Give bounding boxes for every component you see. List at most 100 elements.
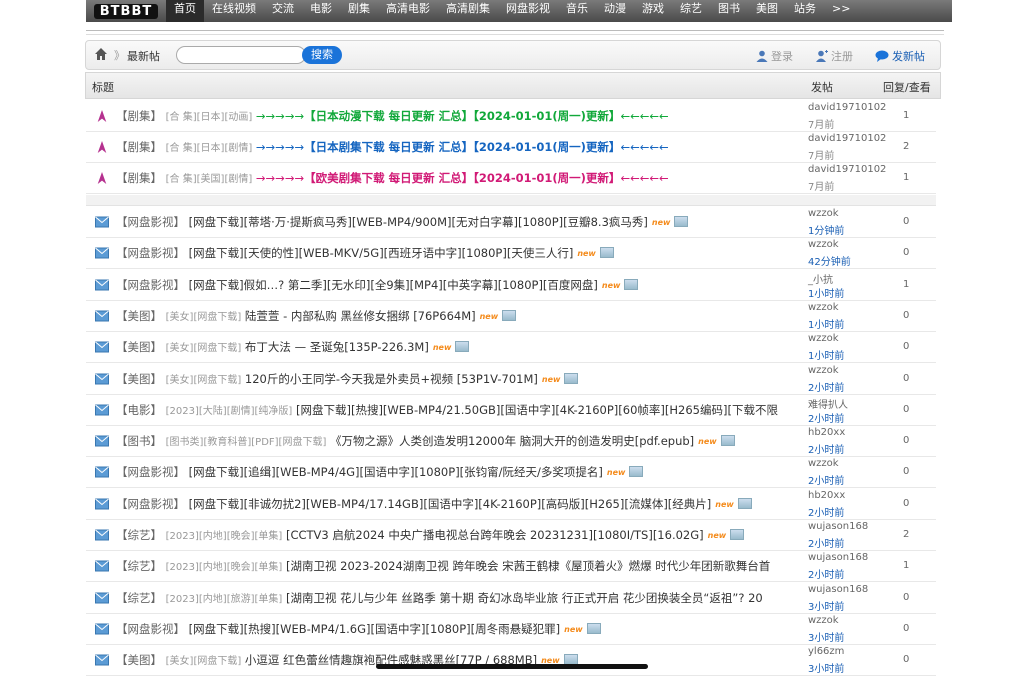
forum-label[interactable]: 【美图】 <box>116 309 162 323</box>
forum-label[interactable]: 【美图】 <box>116 372 162 386</box>
thread-title-line[interactable]: 【网盘影视】 [网盘下载][天使的性][WEB-MKV/5G][西班牙语中字][… <box>116 245 809 261</box>
author-name[interactable]: wzzok <box>808 458 839 469</box>
author-name[interactable]: david19710102 <box>808 133 886 144</box>
forum-label[interactable]: 【图书】 <box>116 434 162 448</box>
forum-label[interactable]: 【网盘影视】 <box>116 465 185 479</box>
pinned-row[interactable]: 【剧集】 [合 集][美国][剧情] →→→→→【欧美剧集下载 每日更新 汇总】… <box>86 163 936 194</box>
forum-label[interactable]: 【剧集】 <box>116 109 162 123</box>
thread-row[interactable]: 【美图】 [美女][网盘下载] 陆萱萱 - 内部私购 黑丝修女捆绑 [76P66… <box>86 301 936 332</box>
search-button[interactable]: 搜索 <box>302 46 342 64</box>
nav-item[interactable]: 动漫 <box>596 0 634 22</box>
author-name[interactable]: wujason168 <box>808 584 868 595</box>
thread-row[interactable]: 【网盘影视】 [网盘下载][非诚勿扰2][WEB-MP4/17.14GB][国语… <box>86 489 936 520</box>
thread-title-line[interactable]: 【综艺】 [2023][内地][晚会][单集] [CCTV3 启航2024 中央… <box>116 527 809 543</box>
thread-title[interactable]: 《万物之源》人类创造发明12000年 脑洞大开的创造发明史[pdf.epub] <box>330 434 694 448</box>
thread-title-line[interactable]: 【美图】 [美女][网盘下载] 120斤的小王同学-今天我是外卖员+视频 [53… <box>116 371 809 387</box>
forum-label[interactable]: 【综艺】 <box>116 559 162 573</box>
author-name[interactable]: wzzok <box>808 333 839 344</box>
nav-item[interactable]: 站务 <box>786 0 824 22</box>
forum-label[interactable]: 【美图】 <box>116 653 162 667</box>
forum-label[interactable]: 【网盘影视】 <box>116 215 185 229</box>
thread-title[interactable]: [网盘下载]假如…? 第二季][无水印][全9集][MP4][中英字幕][108… <box>189 278 598 292</box>
author-name[interactable]: wzzok <box>808 208 839 219</box>
author-name[interactable]: _小抗 <box>808 271 833 286</box>
thread-title-line[interactable]: 【综艺】 [2023][内地][旅游][单集] [湖南卫视 花儿与少年 丝路季 … <box>116 590 809 606</box>
author-name[interactable]: wujason168 <box>808 521 868 532</box>
nav-item[interactable]: 交流 <box>264 0 302 22</box>
thread-row[interactable]: 【网盘影视】 [网盘下载][天使的性][WEB-MKV/5G][西班牙语中字][… <box>86 238 936 270</box>
thread-title[interactable]: 【欧美剧集下载 每日更新 汇总】 <box>304 171 473 185</box>
thread-row[interactable]: 【图书】 [图书类][教育科普][PDF][网盘下载] 《万物之源》人类创造发明… <box>86 426 936 458</box>
thread-title-line[interactable]: 【电影】 [2023][大陆][剧情][纯净版] [网盘下载][热搜][WEB-… <box>116 402 809 418</box>
thread-title-line[interactable]: 【剧集】 [合 集][日本][动画] →→→→→【日本动漫下载 每日更新 汇总】… <box>116 108 809 124</box>
forum-label[interactable]: 【电影】 <box>116 403 162 417</box>
nav-item[interactable]: 在线视频 <box>204 0 264 22</box>
thread-title[interactable]: [网盘下载][非诚勿扰2][WEB-MP4/17.14GB][国语中字][4K-… <box>189 497 712 511</box>
author-name[interactable]: hb20xx <box>808 427 845 438</box>
search-input[interactable] <box>176 46 306 64</box>
thread-title-line[interactable]: 【网盘影视】 [网盘下载][追缉][WEB-MP4/4G][国语中字][1080… <box>116 464 809 480</box>
thread-title[interactable]: [湖南卫视 2023-2024湖南卫视 跨年晚会 宋茜王鹤棣《屋顶着火》燃爆 时… <box>286 559 770 573</box>
forum-label[interactable]: 【网盘影视】 <box>116 497 185 511</box>
site-logo[interactable]: BTBBT <box>86 0 166 22</box>
nav-item[interactable]: 音乐 <box>558 0 596 22</box>
scrollbar[interactable] <box>944 30 947 670</box>
author-name[interactable]: wzzok <box>808 615 839 626</box>
forum-label[interactable]: 【综艺】 <box>116 528 162 542</box>
thread-row[interactable]: 【美图】 [美女][网盘下载] 120斤的小王同学-今天我是外卖员+视频 [53… <box>86 364 936 395</box>
new-post-link[interactable]: 发新帖 <box>875 48 925 64</box>
author-name[interactable]: hb20xx <box>808 490 845 501</box>
thread-title[interactable]: 120斤的小王同学-今天我是外卖员+视频 [53P1V-701M] <box>245 372 538 386</box>
thread-title-line[interactable]: 【图书】 [图书类][教育科普][PDF][网盘下载] 《万物之源》人类创造发明… <box>116 433 809 449</box>
forum-label[interactable]: 【网盘影视】 <box>116 246 185 260</box>
author-name[interactable]: wzzok <box>808 365 839 376</box>
thread-title-line[interactable]: 【美图】 [美女][网盘下载] 陆萱萱 - 内部私购 黑丝修女捆绑 [76P66… <box>116 308 809 324</box>
author-name[interactable]: wujason168 <box>808 552 868 563</box>
nav-item[interactable]: 剧集 <box>340 0 378 22</box>
thread-title[interactable]: 陆萱萱 - 内部私购 黑丝修女捆绑 [76P664M] <box>245 309 476 323</box>
thread-row[interactable]: 【美图】 [美女][网盘下载] 小逗逗 红色蕾丝情趣旗袍配件感魅惑黑丝[77P … <box>86 645 936 676</box>
thread-title[interactable]: 布丁大法 — 圣诞兔[135P-226.3M] <box>245 340 429 354</box>
thread-row[interactable]: 【网盘影视】 [网盘下载]假如…? 第二季][无水印][全9集][MP4][中英… <box>86 270 936 301</box>
forum-label[interactable]: 【综艺】 <box>116 591 162 605</box>
thread-title[interactable]: [CCTV3 启航2024 中央广播电视总台跨年晚会 20231231][108… <box>286 528 704 542</box>
forum-label[interactable]: 【美图】 <box>116 340 162 354</box>
login-link[interactable]: 登录 <box>756 48 793 64</box>
thread-row[interactable]: 【综艺】 [2023][内地][晚会][单集] [湖南卫视 2023-2024湖… <box>86 551 936 583</box>
nav-item[interactable]: 美图 <box>748 0 786 22</box>
nav-item[interactable]: 电影 <box>302 0 340 22</box>
author-name[interactable]: wzzok <box>808 239 839 250</box>
forum-label[interactable]: 【剧集】 <box>116 140 162 154</box>
thread-title[interactable]: 【日本动漫下载 每日更新 汇总】 <box>304 109 473 123</box>
nav-item[interactable]: 网盘影视 <box>498 0 558 22</box>
thread-title[interactable]: [网盘下载][热搜][WEB-MP4/1.6G][国语中字][1080P][周冬… <box>189 622 560 636</box>
author-name[interactable]: 难得扒人 <box>808 396 848 411</box>
thread-row[interactable]: 【网盘影视】 [网盘下载][热搜][WEB-MP4/1.6G][国语中字][10… <box>86 614 936 645</box>
author-name[interactable]: wzzok <box>808 302 839 313</box>
thread-title[interactable]: [网盘下载][热搜][WEB-MP4/21.50GB][国语中字][4K-216… <box>296 403 778 417</box>
breadcrumb[interactable]: 最新帖 <box>127 48 160 64</box>
thread-row[interactable]: 【综艺】 [2023][内地][旅游][单集] [湖南卫视 花儿与少年 丝路季 … <box>86 583 936 614</box>
thread-row[interactable]: 【综艺】 [2023][内地][晚会][单集] [CCTV3 启航2024 中央… <box>86 520 936 551</box>
nav-item[interactable]: 高清剧集 <box>438 0 498 22</box>
forum-label[interactable]: 【网盘影视】 <box>116 622 185 636</box>
home-indicator[interactable] <box>376 664 648 669</box>
thread-title-line[interactable]: 【网盘影视】 [网盘下载][非诚勿扰2][WEB-MP4/17.14GB][国语… <box>116 496 809 512</box>
nav-item[interactable]: 游戏 <box>634 0 672 22</box>
thread-row[interactable]: 【网盘影视】 [网盘下载][追缉][WEB-MP4/4G][国语中字][1080… <box>86 457 936 489</box>
thread-title-line[interactable]: 【网盘影视】 [网盘下载][蒂塔·万·提斯疯马秀][WEB-MP4/900M][… <box>116 214 809 230</box>
thread-title[interactable]: [网盘下载][天使的性][WEB-MKV/5G][西班牙语中字][1080P][… <box>189 246 574 260</box>
author-name[interactable]: yl66zm <box>808 646 844 657</box>
nav-item[interactable]: 首页 <box>166 0 204 22</box>
pinned-row[interactable]: 【剧集】 [合 集][日本][剧情] →→→→→【日本剧集下载 每日更新 汇总】… <box>86 132 936 163</box>
thread-row[interactable]: 【网盘影视】 [网盘下载][蒂塔·万·提斯疯马秀][WEB-MP4/900M][… <box>86 207 936 238</box>
author-name[interactable]: david19710102 <box>808 102 886 113</box>
thread-title[interactable]: [网盘下载][蒂塔·万·提斯疯马秀][WEB-MP4/900M][无对白字幕][… <box>189 215 648 229</box>
thread-title[interactable]: [湖南卫视 花儿与少年 丝路季 第十期 奇幻冰岛毕业旅 行正式开启 花少团换装全… <box>286 591 763 605</box>
pinned-row[interactable]: 【剧集】 [合 集][日本][动画] →→→→→【日本动漫下载 每日更新 汇总】… <box>86 101 936 132</box>
nav-item[interactable]: 高清电影 <box>378 0 438 22</box>
thread-row[interactable]: 【美图】 [美女][网盘下载] 布丁大法 — 圣诞兔[135P-226.3M] n… <box>86 332 936 364</box>
thread-title[interactable]: [网盘下载][追缉][WEB-MP4/4G][国语中字][1080P][张钧甯/… <box>189 465 603 479</box>
thread-title-line[interactable]: 【剧集】 [合 集][美国][剧情] →→→→→【欧美剧集下载 每日更新 汇总】… <box>116 170 809 186</box>
forum-label[interactable]: 【网盘影视】 <box>116 278 185 292</box>
